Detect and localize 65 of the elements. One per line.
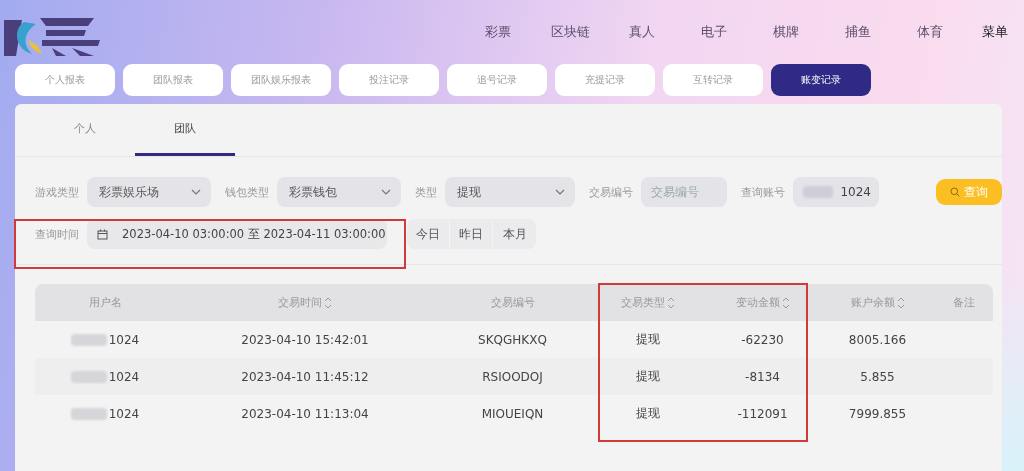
nav-link[interactable]: 真人: [606, 23, 678, 41]
sub-tab[interactable]: 团队: [135, 104, 235, 156]
nav-link[interactable]: 棋牌: [750, 23, 822, 41]
search-icon: [950, 187, 960, 197]
amount-cell: -62230: [741, 332, 784, 347]
nav-link[interactable]: 体育: [894, 23, 966, 41]
input-field[interactable]: 1024: [793, 177, 879, 207]
transaction-id-cell: SKQGHKXQ: [478, 332, 547, 347]
balance-cell: 5.855: [860, 369, 895, 384]
amount-cell: -112091: [737, 406, 788, 421]
filter-label: 类型: [415, 184, 437, 200]
filter-label: 查询账号: [741, 184, 785, 200]
nav-link[interactable]: 捕鱼: [822, 23, 894, 41]
report-tab[interactable]: 充提记录: [555, 64, 655, 96]
redaction-mark: [70, 370, 107, 383]
calendar-icon: [97, 228, 108, 240]
nav-link[interactable]: 彩票: [462, 23, 534, 41]
amount-cell: -8134: [745, 369, 780, 384]
time-cell: 2023-04-10 11:45:12: [241, 369, 369, 384]
report-tab[interactable]: 互转记录: [663, 64, 763, 96]
column-header: 用户名: [88, 295, 122, 310]
username-cell: 1024: [108, 369, 140, 384]
redaction-mark: [70, 407, 107, 420]
username-cell: 1024: [108, 406, 140, 421]
type-cell: 提现: [635, 331, 660, 348]
sort-icon[interactable]: [324, 295, 332, 310]
select-field[interactable]: 彩票娱乐场: [87, 177, 211, 207]
transaction-id-cell: MIOUEIQN: [481, 406, 544, 421]
date-preset-button[interactable]: 本月: [493, 219, 536, 249]
filter-label: 交易编号: [589, 184, 633, 200]
chevron-down-icon: [555, 189, 565, 195]
report-tab[interactable]: 个人报表: [15, 64, 115, 96]
sort-icon[interactable]: [666, 295, 675, 310]
report-tab[interactable]: 团队报表: [123, 64, 223, 96]
nav-link[interactable]: 区块链: [534, 23, 606, 41]
sub-tab[interactable]: 个人: [35, 104, 135, 156]
select-field[interactable]: 提现: [445, 177, 575, 207]
chevron-down-icon: [381, 189, 391, 195]
time-cell: 2023-04-10 15:42:01: [241, 332, 369, 347]
filter-label: 查询时间: [35, 226, 79, 242]
balance-cell: 7999.855: [848, 406, 907, 421]
sort-icon[interactable]: [896, 295, 905, 310]
balance-cell: 8005.166: [848, 332, 907, 347]
date-preset-button[interactable]: 今日: [407, 219, 450, 249]
time-cell: 2023-04-10 11:13:04: [241, 406, 369, 421]
nav-link[interactable]: 菜单: [966, 23, 1008, 41]
date-range-field[interactable]: 2023-04-10 03:00:00 至 2023-04-11 03:00:00: [87, 219, 387, 249]
type-cell: 提现: [635, 368, 660, 385]
sort-icon[interactable]: [781, 295, 790, 310]
report-tab[interactable]: 追号记录: [447, 64, 547, 96]
filter-label: 游戏类型: [35, 184, 79, 200]
report-tab[interactable]: 团队娱乐报表: [231, 64, 331, 96]
nav-link[interactable]: 电子: [678, 23, 750, 41]
chevron-down-icon: [191, 189, 201, 195]
select-field[interactable]: 彩票钱包: [277, 177, 401, 207]
date-preset-button[interactable]: 昨日: [450, 219, 493, 249]
transaction-id-cell: RSIOODOJ: [482, 369, 543, 384]
column-header: 备注: [953, 295, 975, 310]
report-tab[interactable]: 账变记录: [771, 64, 871, 96]
column-header: 交易编号: [490, 295, 535, 310]
username-cell: 1024: [108, 332, 140, 347]
filter-label: 钱包类型: [225, 184, 269, 200]
report-tab[interactable]: 投注记录: [339, 64, 439, 96]
redaction-mark: [70, 333, 107, 346]
type-cell: 提现: [635, 405, 660, 422]
